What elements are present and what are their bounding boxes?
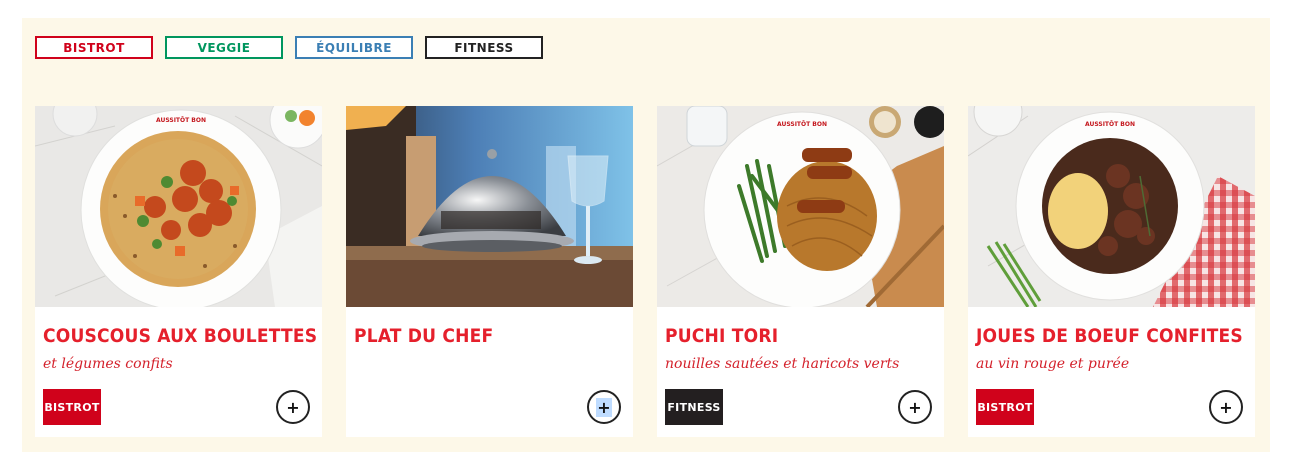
dish-card-couscous[interactable]: AUSSITÔT BON COUSCOUS AUX BOULETTES et l… <box>35 106 322 437</box>
dish-title: COUSCOUS AUX BOULETTES <box>43 325 318 347</box>
add-to-cart-button[interactable]: + <box>1209 390 1243 424</box>
filter-fitness[interactable]: FITNESS <box>425 36 543 59</box>
dish-title: PLAT DU CHEF <box>354 325 494 347</box>
filter-equilibre[interactable]: ÉQUILIBRE <box>295 36 413 59</box>
dish-card-puchi-tori[interactable]: AUSSITÔT BON PUCHI TORI nouilles sautées… <box>657 106 944 437</box>
filter-bar: BISTROT VEGGIE ÉQUILIBRE FITNESS <box>35 36 543 59</box>
filter-bistrot[interactable]: BISTROT <box>35 36 153 59</box>
dish-title: PUCHI TORI <box>665 325 779 347</box>
dish-photo-joues-de-boeuf: AUSSITÔT BON <box>968 106 1255 307</box>
dish-tag-badge: BISTROT <box>43 389 101 425</box>
plus-icon: + <box>596 397 612 417</box>
dish-list: AUSSITÔT BON COUSCOUS AUX BOULETTES et l… <box>35 106 1255 437</box>
add-to-cart-button[interactable]: + <box>898 390 932 424</box>
filter-veggie[interactable]: VEGGIE <box>165 36 283 59</box>
plus-icon: + <box>908 397 922 417</box>
dish-photo-puchi-tori: AUSSITÔT BON <box>657 106 944 307</box>
dish-photo-plat-du-chef <box>346 106 633 307</box>
dish-subtitle: au vin rouge et purée <box>976 356 1130 372</box>
dish-card-joues-de-boeuf[interactable]: AUSSITÔT BON JOUES DE BOEUF CONFITES au … <box>968 106 1255 437</box>
dish-photo-couscous: AUSSITÔT BON <box>35 106 322 307</box>
plus-icon: + <box>286 397 300 417</box>
add-to-cart-button[interactable]: + <box>587 390 621 424</box>
dish-subtitle: et légumes confits <box>43 356 173 372</box>
dish-title: JOUES DE BOEUF CONFITES <box>976 325 1243 347</box>
add-to-cart-button[interactable]: + <box>276 390 310 424</box>
brand-logo: AUSSITÔT BON <box>777 121 827 128</box>
dish-card-plat-du-chef[interactable]: PLAT DU CHEF + <box>346 106 633 437</box>
plus-icon: + <box>1219 397 1233 417</box>
brand-logo: AUSSITÔT BON <box>156 117 206 124</box>
dish-subtitle: nouilles sautées et haricots verts <box>665 356 900 372</box>
menu-panel: BISTROT VEGGIE ÉQUILIBRE FITNESS AUSSITÔ… <box>22 18 1270 452</box>
dish-tag-badge: BISTROT <box>976 389 1034 425</box>
dish-tag-badge: FITNESS <box>665 389 723 425</box>
brand-logo: AUSSITÔT BON <box>1085 121 1135 128</box>
